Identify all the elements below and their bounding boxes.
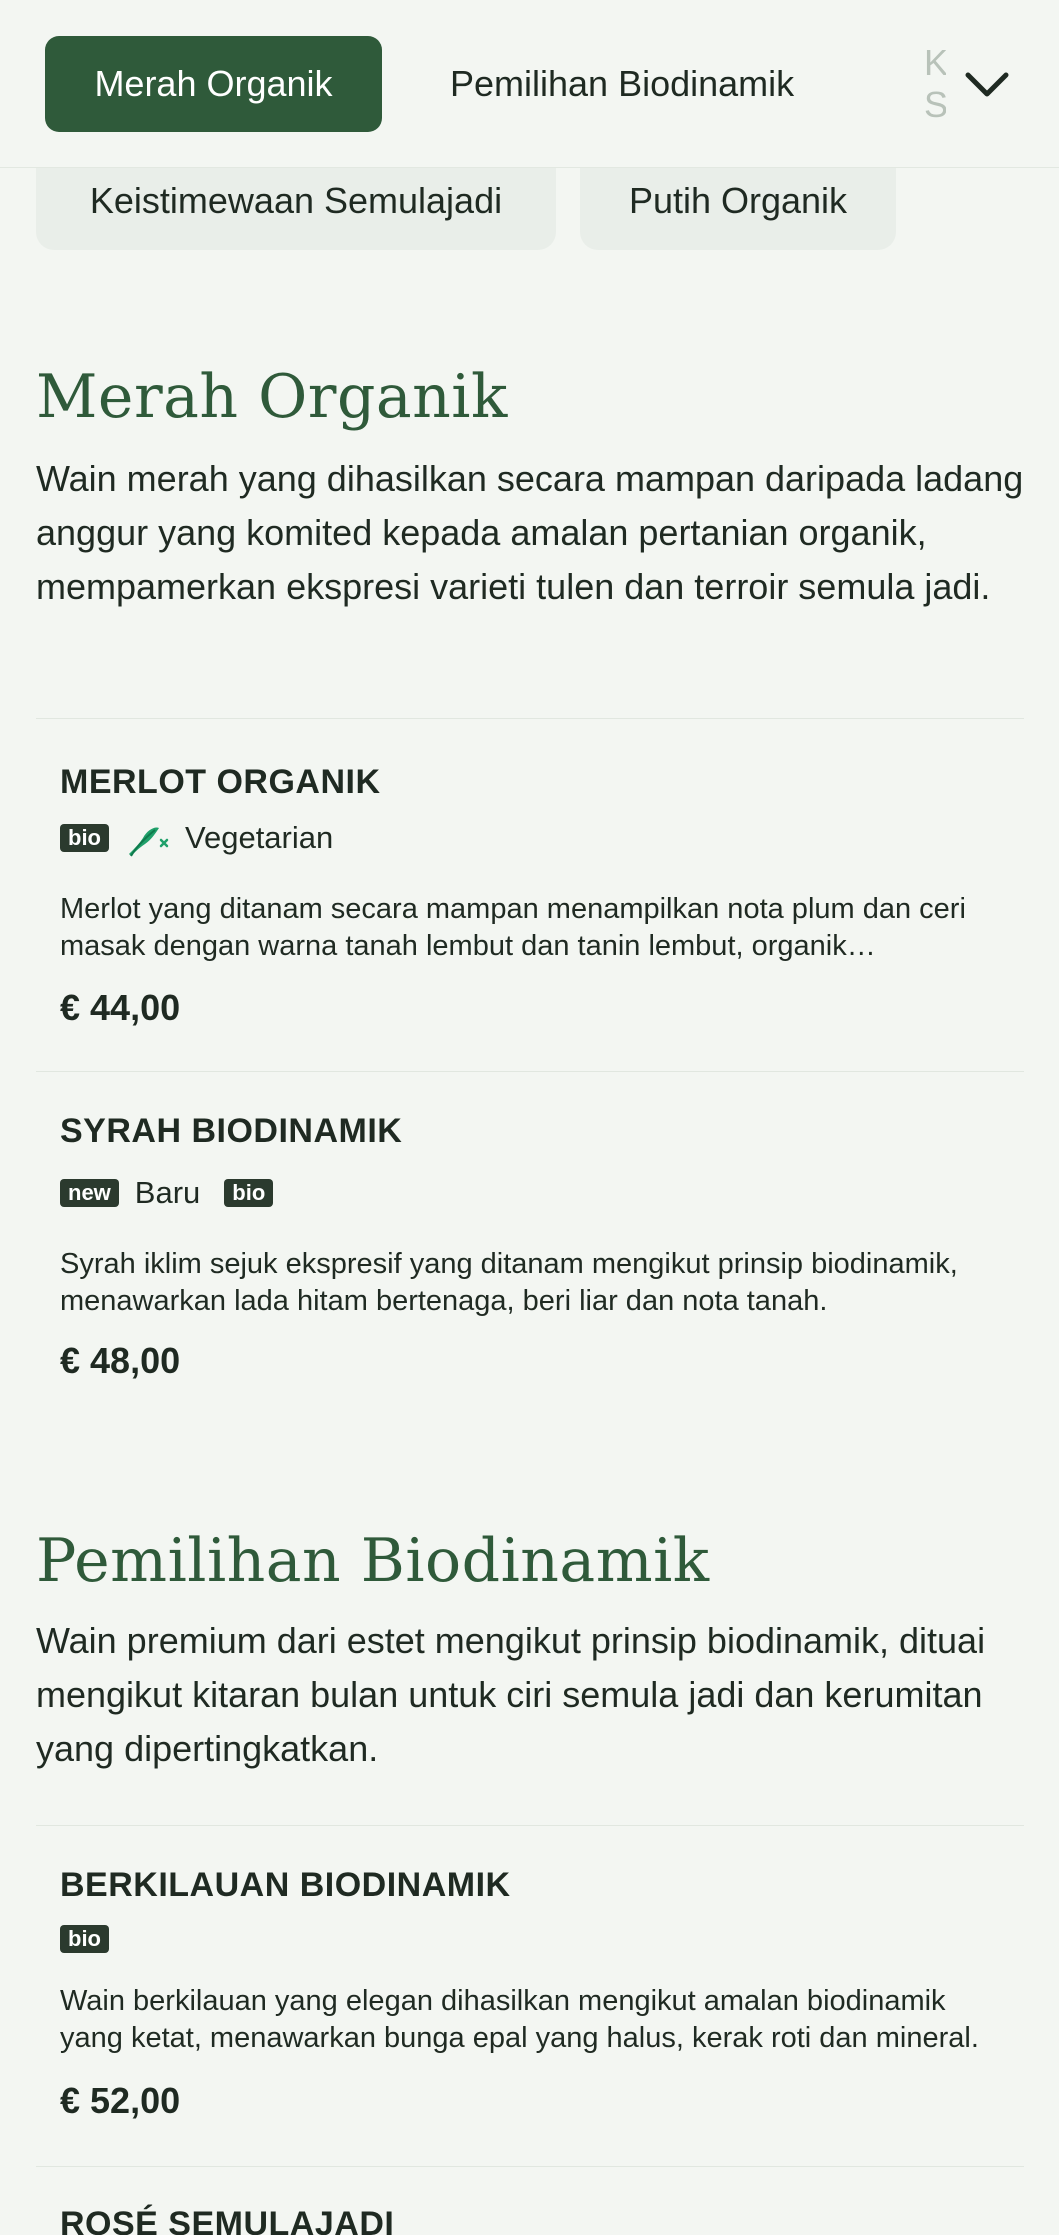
- menu-item[interactable]: MERLOT ORGANIK bio Vegetarian Merlot yan…: [36, 719, 1024, 1071]
- tab-label: Pemilihan Biodinamik: [450, 63, 795, 104]
- item-name: ROSÉ SEMULAJADI: [60, 2205, 395, 2235]
- menu-item[interactable]: BERKILAUAN BIODINAMIK bio Wain berkilaua…: [36, 1826, 1024, 2166]
- item-tags: new Baru bio: [60, 1175, 274, 1211]
- bio-badge: bio: [60, 824, 109, 852]
- item-name: BERKILAUAN BIODINAMIK: [60, 1866, 511, 1904]
- pill-label: Keistimewaan Semulajadi: [89, 180, 503, 221]
- tab-merah-organik[interactable]: Merah Organik: [45, 36, 382, 132]
- vegetarian-icon: [125, 818, 169, 858]
- tab-keistimewaan-semulajadi[interactable]: Keistimewaan Semulajadi: [924, 36, 946, 132]
- category-nav: Merah Organik Pemilihan Biodinamik Keist…: [0, 0, 1059, 168]
- item-tags: bio Vegetarian: [60, 818, 333, 858]
- vegetarian-label: Vegetarian: [185, 820, 334, 855]
- section-description: Wain premium dari estet mengikut prinsip…: [36, 1620, 986, 1769]
- item-tags: bio: [60, 1925, 109, 1953]
- item-description: Merlot yang ditanam secara mampan menamp…: [60, 893, 966, 962]
- section-title: Pemilihan Biodinamik: [36, 1526, 710, 1596]
- item-description: Syrah iklim sejuk ekspresif yang ditanam…: [60, 1248, 958, 1317]
- tab-label: Keistimewaan Semulajadi: [924, 42, 946, 125]
- menu-page: Keistimewaan Semulajadi Putih Organik Me…: [0, 0, 1059, 2235]
- pill-label: Putih Organik: [628, 180, 848, 221]
- item-price: € 48,00: [60, 1340, 181, 1381]
- section-description: Wain merah yang dihasilkan secara mampan…: [36, 458, 1024, 607]
- new-badge: new: [60, 1179, 119, 1207]
- item-name: SYRAH BIODINAMIK: [60, 1112, 403, 1150]
- item-description: Wain berkilauan yang elegan dihasilkan m…: [60, 1985, 979, 2054]
- tab-label: Merah Organik: [94, 63, 333, 104]
- menu-item[interactable]: SYRAH BIODINAMIK new Baru bio Syrah ikli…: [36, 1072, 1024, 1424]
- new-label: Baru: [134, 1175, 201, 1210]
- menu-item[interactable]: ROSÉ SEMULAJADI: [36, 2167, 1024, 2235]
- item-price: € 52,00: [60, 2080, 181, 2121]
- tab-pemilihan-biodinamik[interactable]: Pemilihan Biodinamik: [450, 36, 794, 132]
- item-price: € 44,00: [60, 987, 181, 1028]
- bio-badge: bio: [60, 1925, 109, 1953]
- chevron-down-icon[interactable]: [962, 60, 1012, 110]
- section-title: Merah Organik: [36, 362, 508, 432]
- bio-badge: bio: [224, 1179, 274, 1207]
- item-name: MERLOT ORGANIK: [60, 763, 381, 801]
